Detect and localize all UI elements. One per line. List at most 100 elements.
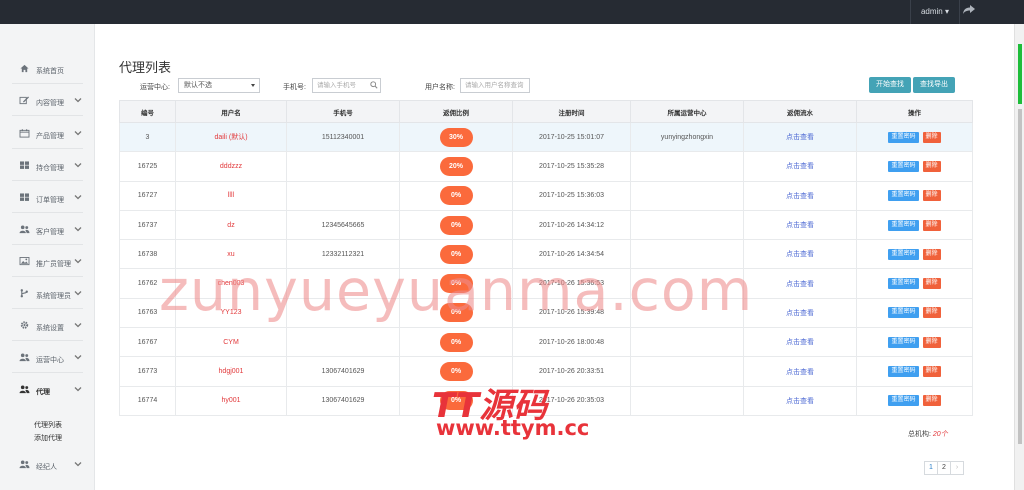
cell-time: 2017-10-26 14:34:12 xyxy=(512,209,631,241)
page-2-button[interactable]: 2 xyxy=(937,461,951,475)
username-link[interactable]: CYM xyxy=(223,339,239,346)
cell-phone xyxy=(286,327,400,358)
cell-id: 16774 xyxy=(119,385,176,416)
reset-password-button[interactable]: 重置密码 xyxy=(888,307,919,319)
table-row[interactable]: 16725 dddzzz 20% 2017-10-25 15:35:28 点击查看 重置密… xyxy=(119,151,973,182)
reset-password-button[interactable]: 重置密码 xyxy=(888,131,919,143)
divider xyxy=(12,115,83,116)
sidebar-item-8[interactable]: 系统管理员 xyxy=(0,277,95,309)
cell-center xyxy=(630,356,744,387)
delete-button[interactable]: 删除 xyxy=(922,219,941,231)
view-flow-link[interactable]: 点击查看 xyxy=(786,398,814,405)
sidebar-item-label: 代理 xyxy=(36,389,50,396)
center-select[interactable]: 默认不选 xyxy=(178,78,260,93)
sidebar-item-4[interactable]: 持仓管理 xyxy=(0,149,95,181)
chevron-down-icon xyxy=(74,385,82,393)
view-flow-link[interactable]: 点击查看 xyxy=(786,339,814,346)
sidebar-item-label: 经纪人 xyxy=(36,464,57,471)
sidebar-item-5[interactable]: 订单管理 xyxy=(0,181,95,213)
name-input[interactable] xyxy=(460,78,530,93)
table-row[interactable]: 3 daili (默认) 15112340001 30% 2017-10-25 15:0… xyxy=(119,121,973,153)
sidebar-item-label: 内容管理 xyxy=(36,100,64,107)
column-header: 所属运营中心 xyxy=(630,100,744,123)
cell-phone: 13067401629 xyxy=(286,356,400,387)
total-count: 20个 xyxy=(932,431,948,438)
users-icon xyxy=(19,225,30,234)
view-flow-link[interactable]: 点击查看 xyxy=(786,281,814,288)
view-flow-link[interactable]: 点击查看 xyxy=(786,251,814,258)
sidebar-subitem-2[interactable]: 添加代理 xyxy=(34,433,62,443)
phone-filter-label: 手机号: xyxy=(283,84,306,91)
username-link[interactable]: llll xyxy=(228,192,234,199)
username-link[interactable]: xu xyxy=(227,251,234,258)
view-flow-link[interactable]: 点击查看 xyxy=(786,310,814,317)
cell-phone: 12345645665 xyxy=(286,209,400,241)
cell-username: dz xyxy=(175,209,287,241)
export-button[interactable]: 查找导出 xyxy=(913,77,955,93)
delete-button[interactable]: 删除 xyxy=(922,131,941,143)
chevron-down-icon xyxy=(74,321,82,329)
username-link[interactable]: dz xyxy=(227,222,234,229)
sidebar-item-10[interactable]: 运营中心 xyxy=(0,341,95,373)
delete-button[interactable]: 删除 xyxy=(922,307,941,319)
table-row[interactable]: 16767 CYM 0% 2017-10-26 18:00:48 点击查看 重置密码 删除 xyxy=(119,327,973,358)
sidebar-item-label: 系统管理员 xyxy=(36,293,71,300)
delete-button[interactable]: 删除 xyxy=(922,190,941,202)
sidebar-item-6[interactable]: 客户管理 xyxy=(0,213,95,245)
page-1-button[interactable]: 1 xyxy=(924,461,938,475)
username-link[interactable]: hy001 xyxy=(221,397,240,404)
view-flow-link[interactable]: 点击查看 xyxy=(786,163,814,170)
delete-button[interactable]: 删除 xyxy=(922,278,941,290)
sidebar-item-1[interactable]: 系统首页 xyxy=(0,52,95,84)
reset-password-button[interactable]: 重置密码 xyxy=(888,160,919,172)
reset-password-button[interactable]: 重置密码 xyxy=(888,219,919,231)
cell-ratio: 0% xyxy=(399,327,513,358)
delete-button[interactable]: 删除 xyxy=(922,336,941,348)
reset-password-button[interactable]: 重置密码 xyxy=(888,248,919,260)
sidebar-item-7[interactable]: 推广员管理 xyxy=(0,245,95,277)
cell-center xyxy=(630,385,744,416)
name-filter-label: 用户名称: xyxy=(425,84,455,91)
reset-password-button[interactable]: 重置密码 xyxy=(888,278,919,290)
home-icon xyxy=(20,64,29,73)
search-icon[interactable] xyxy=(370,81,378,89)
delete-button[interactable]: 删除 xyxy=(922,366,941,378)
sidebar-item-9[interactable]: 系统设置 xyxy=(0,309,95,341)
sidebar-item-2[interactable]: 内容管理 xyxy=(0,84,95,116)
view-flow-link[interactable]: 点击查看 xyxy=(786,134,814,141)
logout-icon[interactable] xyxy=(960,0,978,24)
reset-password-button[interactable]: 重置密码 xyxy=(888,366,919,378)
sidebar-item-11[interactable]: 代理 xyxy=(0,373,95,405)
user-menu[interactable]: admin ▾ xyxy=(909,0,960,24)
table-row[interactable]: 16737 dz 12345645665 0% 2017-10-26 14:34:12 点… xyxy=(119,209,973,241)
username-link[interactable]: daili xyxy=(214,134,226,141)
scrollbar-thumb[interactable] xyxy=(1018,44,1022,104)
chevron-down-icon xyxy=(74,193,82,201)
reset-password-button[interactable]: 重置密码 xyxy=(888,395,919,407)
delete-button[interactable]: 删除 xyxy=(922,395,941,407)
delete-button[interactable]: 删除 xyxy=(922,160,941,172)
reset-password-button[interactable]: 重置密码 xyxy=(888,190,919,202)
view-flow-link[interactable]: 点击查看 xyxy=(786,193,814,200)
users-icon xyxy=(19,353,30,362)
username-link[interactable]: dddzzz xyxy=(220,163,242,170)
cell-flow: 点击查看 xyxy=(743,209,857,241)
table-row[interactable]: 16727 llll 0% 2017-10-25 15:36:03 点击查看 重置密码 删除 xyxy=(119,180,973,211)
sidebar-subitem-1[interactable]: 代理列表 xyxy=(34,420,62,430)
sidebar-item-12[interactable]: 经纪人 xyxy=(0,448,95,480)
cell-flow: 点击查看 xyxy=(743,356,857,387)
sidebar-item-3[interactable]: 产品管理 xyxy=(0,117,95,149)
next-page-button[interactable]: › xyxy=(950,461,964,475)
cell-flow: 点击查看 xyxy=(743,121,857,153)
chevron-down-icon xyxy=(74,289,82,297)
scrollbar[interactable] xyxy=(1014,24,1024,490)
column-header: 返佣比例 xyxy=(399,100,513,123)
view-flow-link[interactable]: 点击查看 xyxy=(786,222,814,229)
edit-icon xyxy=(19,96,29,105)
view-flow-link[interactable]: 点击查看 xyxy=(786,369,814,376)
reset-password-button[interactable]: 重置密码 xyxy=(888,336,919,348)
username-link[interactable]: hdgj001 xyxy=(219,368,244,375)
search-button[interactable]: 开始查找 xyxy=(869,77,911,93)
grid-icon xyxy=(20,161,29,169)
delete-button[interactable]: 删除 xyxy=(922,248,941,260)
